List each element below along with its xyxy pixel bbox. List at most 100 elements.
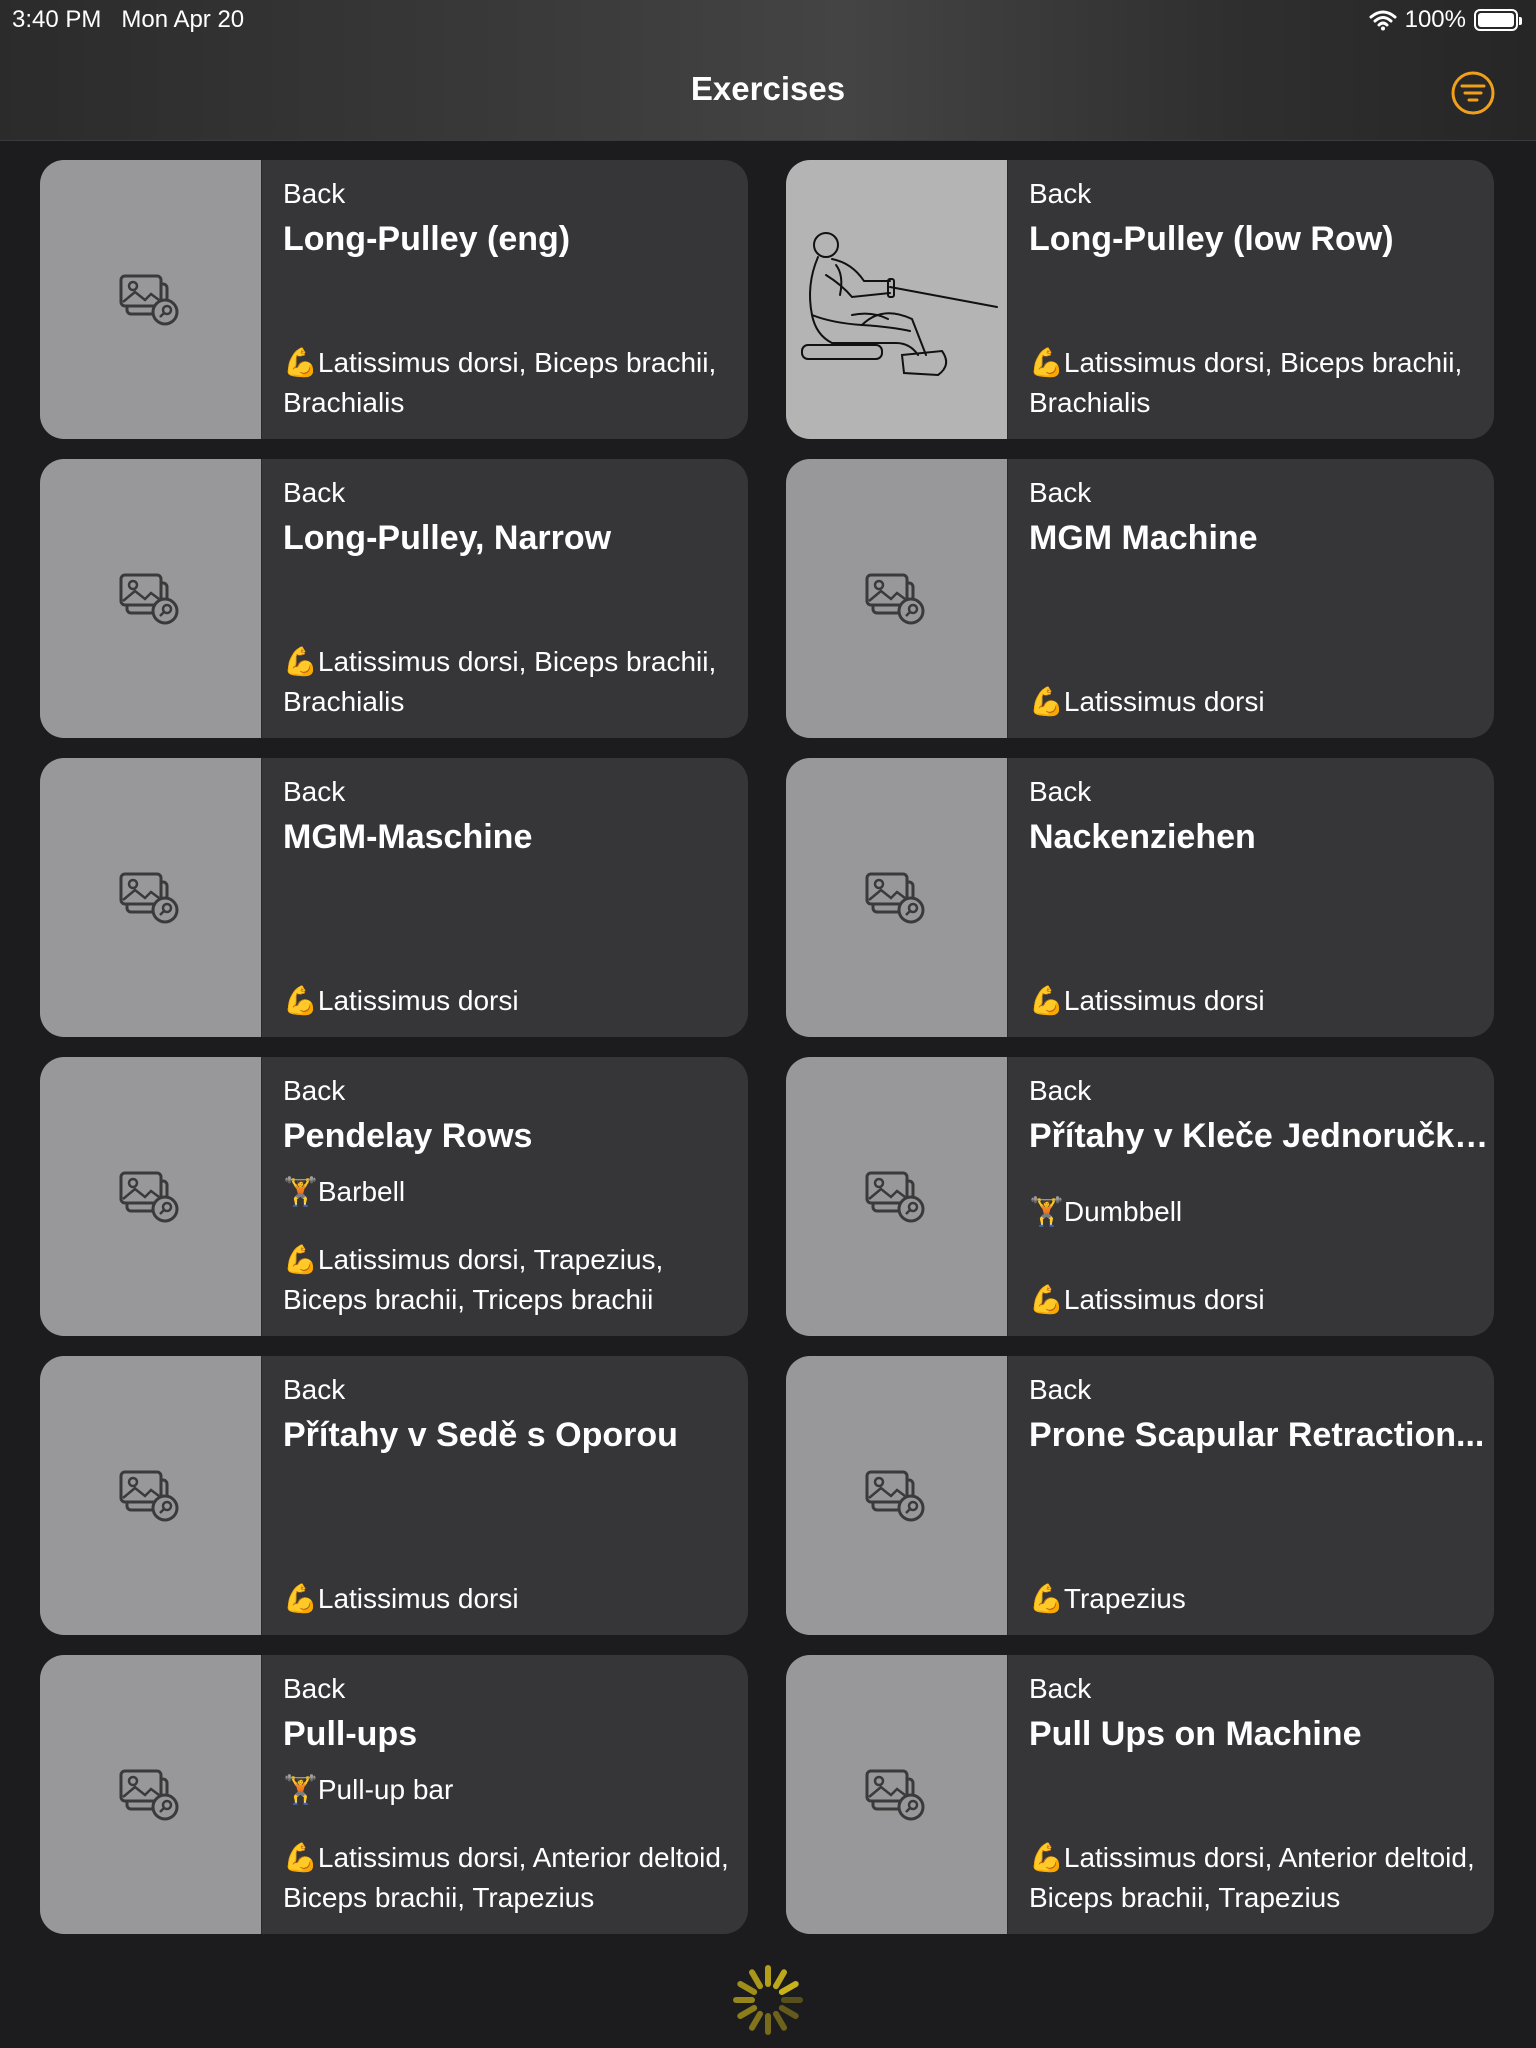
wifi-icon — [1369, 10, 1397, 31]
exercise-card-body: Back Long-Pulley (eng) 💪Latissimus dorsi, … — [283, 160, 738, 439]
exercise-card[interactable]: Back Long-Pulley, Narrow 💪Latissimus dorsi… — [40, 459, 748, 738]
exercise-muscles: 💪Trapezius — [1029, 1579, 1489, 1619]
muscles-label: Latissimus dorsi, Biceps brachii, Brachi… — [283, 646, 717, 717]
exercise-category: Back — [283, 1374, 346, 1405]
flexed-biceps-icon: 💪 — [283, 1583, 318, 1614]
image-placeholder-icon — [786, 459, 1008, 738]
loading-spinner-icon — [733, 1965, 803, 2035]
spinner-tick — [778, 1981, 799, 1995]
flexed-biceps-icon: 💪 — [283, 985, 318, 1016]
exercise-card-body: Back MGM Machine 💪Latissimus dorsi — [1029, 459, 1484, 738]
exercise-card[interactable]: Back Nackenziehen 💪Latissimus dorsi — [786, 758, 1494, 1037]
equipment-label: Dumbbell — [1063, 1196, 1183, 1227]
image-placeholder-icon — [786, 758, 1008, 1037]
exercise-category: Back — [1029, 776, 1092, 807]
muscles-label: Latissimus dorsi — [317, 1583, 519, 1614]
exercise-card-body: Back Pendelay Rows 🏋Barbell 💪Latissimus dor… — [283, 1057, 738, 1336]
exercise-category: Back — [1029, 1374, 1092, 1405]
exercise-card-body: Back Long-Pulley (low Row) 💪Latissimus dor… — [1029, 160, 1484, 439]
exercise-name: MGM-Maschine — [283, 818, 533, 856]
dumbbell-icon: 🏋 — [1029, 1196, 1064, 1227]
exercise-card[interactable]: Back Pull Ups on Machine 💪Latissimus dorsi… — [786, 1655, 1494, 1934]
flexed-biceps-icon: 💪 — [1029, 686, 1064, 717]
flexed-biceps-icon: 💪 — [1029, 347, 1064, 378]
exercise-muscles: 💪Latissimus dorsi, Anterior deltoid, Bic… — [1029, 1838, 1489, 1918]
exercise-card[interactable]: Back MGM Machine 💪Latissimus dorsi — [786, 459, 1494, 738]
filter-icon[interactable] — [1450, 70, 1496, 116]
spinner-tick — [773, 1969, 787, 1990]
page-title: Exercises — [690, 70, 846, 107]
flexed-biceps-icon: 💪 — [283, 1842, 318, 1873]
image-placeholder-icon — [40, 459, 262, 738]
exercise-category: Back — [283, 477, 346, 508]
exercise-name: Pull-ups — [283, 1715, 418, 1753]
exercise-category: Back — [283, 1075, 346, 1106]
image-placeholder-icon — [40, 758, 262, 1037]
exercise-name: Nackenziehen — [1029, 818, 1256, 856]
dumbbell-icon: 🏋 — [283, 1774, 318, 1805]
exercise-equipment: 🏋Dumbbell — [1029, 1195, 1182, 1228]
exercise-card[interactable]: Back Long-Pulley (eng) 💪Latissimus dorsi, … — [40, 160, 748, 439]
spinner-tick — [749, 1969, 763, 1990]
exercise-name: Pendelay Rows — [283, 1117, 533, 1155]
muscles-label: Latissimus dorsi — [1063, 985, 1265, 1016]
image-placeholder-icon — [786, 1356, 1008, 1635]
exercise-card[interactable]: Back Prone Scapular Retraction... 💪Trapezi… — [786, 1356, 1494, 1635]
flexed-biceps-icon: 💪 — [1029, 1583, 1064, 1614]
equipment-label: Barbell — [317, 1176, 406, 1207]
exercise-category: Back — [1029, 477, 1092, 508]
flexed-biceps-icon: 💪 — [1029, 985, 1064, 1016]
exercise-muscles: 💪Latissimus dorsi, Trapezius, Biceps bra… — [283, 1240, 743, 1320]
exercise-card[interactable]: Back Pendelay Rows 🏋Barbell 💪Latissimus dor… — [40, 1057, 748, 1336]
muscles-label: Latissimus dorsi, Biceps brachii, Brachi… — [1029, 347, 1463, 418]
exercise-card-body: Back Přítahy v Kleče Jednoručkou 🏋Dumbbell… — [1029, 1057, 1489, 1336]
exercise-card-body: Back Long-Pulley, Narrow 💪Latissimus dorsi… — [283, 459, 738, 738]
exercise-card[interactable]: Back Přítahy v Kleče Jednoručkou 🏋Dumbbell… — [786, 1057, 1494, 1336]
image-placeholder-icon — [40, 1655, 262, 1934]
exercise-category: Back — [283, 776, 346, 807]
exercise-name: Prone Scapular Retraction... — [1029, 1416, 1485, 1454]
exercise-card[interactable]: Back Pull-ups 🏋Pull-up bar 💪Latissimus dors… — [40, 1655, 748, 1934]
exercise-name: Long-Pulley (low Row) — [1029, 220, 1394, 258]
status-time-date: 3:40 PM Mon Apr 20 — [12, 6, 244, 34]
exercise-name: Long-Pulley (eng) — [283, 220, 571, 258]
exercise-name: Přítahy v Kleče Jednoručkou — [1029, 1117, 1489, 1155]
exercise-muscles: 💪Latissimus dorsi, Anterior deltoid, Bic… — [283, 1838, 743, 1918]
exercise-card-body: Back Prone Scapular Retraction... 💪Trapezi… — [1029, 1356, 1484, 1635]
exercise-category: Back — [1029, 1673, 1092, 1704]
status-time: 3:40 PM — [12, 6, 102, 33]
exercise-equipment: 🏋Barbell — [283, 1175, 405, 1208]
exercise-card[interactable]: Back Přítahy v Sedě s Oporou 💪Latissimus d… — [40, 1356, 748, 1635]
exercise-card-body: Back Přítahy v Sedě s Oporou 💪Latissimus d… — [283, 1356, 738, 1635]
exercise-card-body: Back Pull Ups on Machine 💪Latissimus dorsi… — [1029, 1655, 1484, 1934]
muscles-label: Latissimus dorsi, Anterior deltoid, Bice… — [283, 1842, 729, 1913]
exercise-card[interactable]: Back Long-Pulley (low Row) 💪Latissimus dor… — [786, 160, 1494, 439]
exercise-muscles: 💪Latissimus dorsi — [283, 1579, 743, 1619]
muscles-label: Trapezius — [1063, 1583, 1186, 1614]
exercise-card-body: Back Nackenziehen 💪Latissimus dorsi — [1029, 758, 1484, 1037]
muscles-label: Latissimus dorsi — [317, 985, 519, 1016]
status-indicators: 100% — [1369, 6, 1522, 34]
spinner-tick — [749, 2010, 763, 2031]
exercise-card[interactable]: Back MGM-Maschine 💪Latissimus dorsi — [40, 758, 748, 1037]
muscles-label: Latissimus dorsi, Trapezius, Biceps brac… — [283, 1244, 664, 1315]
image-placeholder-icon — [40, 1356, 262, 1635]
spinner-tick — [773, 2010, 787, 2031]
exercise-muscles: 💪Latissimus dorsi, Biceps brachii, Brach… — [283, 642, 743, 722]
flexed-biceps-icon: 💪 — [1029, 1284, 1064, 1315]
battery-percent: 100% — [1404, 6, 1466, 33]
muscles-label: Latissimus dorsi — [1063, 1284, 1265, 1315]
image-placeholder-icon — [40, 160, 262, 439]
exercise-muscles: 💪Latissimus dorsi, Biceps brachii, Brach… — [1029, 343, 1489, 423]
flexed-biceps-icon: 💪 — [283, 1244, 318, 1275]
exercise-muscles: 💪Latissimus dorsi — [1029, 1280, 1489, 1320]
spinner-tick — [778, 2005, 799, 2019]
exercise-equipment: 🏋Pull-up bar — [283, 1773, 453, 1806]
exercise-card-body: Back Pull-ups 🏋Pull-up bar 💪Latissimus dors… — [283, 1655, 738, 1934]
flexed-biceps-icon: 💪 — [1029, 1842, 1064, 1873]
spinner-tick — [737, 2005, 758, 2019]
exercise-category: Back — [283, 1673, 346, 1704]
battery-icon — [1474, 9, 1522, 31]
muscles-label: Latissimus dorsi — [1063, 686, 1265, 717]
exercise-name: Pull Ups on Machine — [1029, 1715, 1362, 1753]
